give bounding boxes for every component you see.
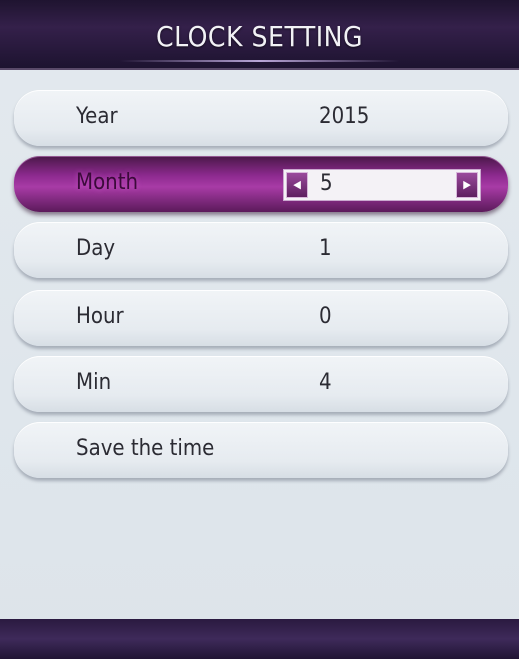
menu-item-month[interactable]: Month ◀ 5 ▶ [14, 156, 508, 212]
footer-bar [0, 619, 519, 659]
decrement-arrow-icon[interactable]: ◀ [286, 172, 308, 198]
month-value: 5 [320, 171, 333, 196]
increment-arrow-icon[interactable]: ▶ [456, 172, 478, 198]
hour-label: Hour [76, 304, 124, 329]
year-value: 2015 [319, 104, 370, 129]
menu-item-save-time[interactable]: Save the time [14, 422, 508, 478]
min-value: 4 [319, 370, 332, 395]
menu-item-year[interactable]: Year 2015 [14, 90, 508, 146]
clock-setting-screen: CLOCK SETTING Year 2015 Month ◀ 5 ▶ Day … [0, 0, 519, 659]
menu-item-min[interactable]: Min 4 [14, 356, 508, 412]
month-spinner[interactable]: ◀ 5 ▶ [283, 169, 481, 201]
year-label: Year [76, 104, 118, 129]
page-title: CLOCK SETTING [155, 20, 364, 53]
min-label: Min [76, 370, 112, 395]
header-divider [120, 60, 399, 62]
hour-value: 0 [319, 304, 332, 329]
day-label: Day [76, 236, 116, 261]
day-value: 1 [319, 236, 332, 261]
menu-item-day[interactable]: Day 1 [14, 222, 508, 278]
header-bar: CLOCK SETTING [0, 0, 519, 70]
menu-item-hour[interactable]: Hour 0 [14, 290, 508, 346]
month-label: Month [76, 170, 139, 195]
save-time-label: Save the time [76, 436, 215, 461]
